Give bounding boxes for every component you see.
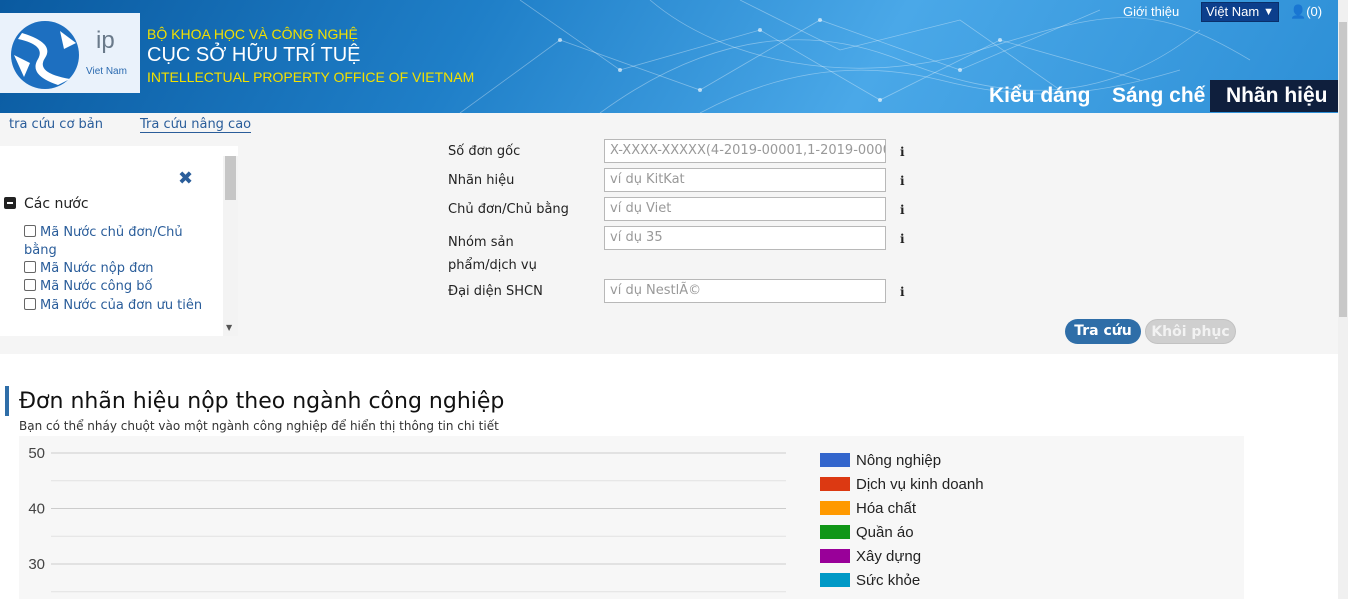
- office-name: CỤC SỞ HỮU TRÍ TUỆ: [147, 44, 361, 66]
- info-icon[interactable]: i: [900, 145, 905, 159]
- legend-swatch: [820, 573, 850, 587]
- legend-item[interactable]: Dịch vụ kinh doanh: [820, 476, 984, 493]
- checkbox[interactable]: [24, 279, 36, 291]
- legend-item[interactable]: Quần áo: [820, 524, 914, 541]
- section-accent-bar: [5, 386, 9, 416]
- legend-label: Sức khỏe: [856, 572, 921, 589]
- label-product-class: Nhóm sản phẩm/dịch vụ: [448, 235, 537, 273]
- y-tick-label: 40: [28, 501, 45, 518]
- filter-group-label: Các nước: [24, 196, 89, 212]
- section-title: Đơn nhãn hiệu nộp theo ngành công nghiệp: [19, 389, 505, 414]
- application-number-input[interactable]: X-XXXX-XXXXX(4-2019-00001,1-2019-00001): [604, 139, 886, 163]
- user-icon: 👤: [1290, 4, 1307, 19]
- tab-basic-search[interactable]: tra cứu cơ bản: [9, 117, 103, 132]
- info-icon[interactable]: i: [900, 203, 905, 217]
- legend-label: Xây dựng: [856, 548, 922, 565]
- tab-nhan-hieu[interactable]: Nhãn hiệu: [1210, 80, 1338, 112]
- search-button[interactable]: Tra cứu: [1065, 319, 1141, 344]
- language-select[interactable]: Việt Nam ▼: [1201, 2, 1279, 22]
- y-tick-label: 50: [28, 445, 45, 462]
- legend-label: Hóa chất: [856, 500, 917, 517]
- sidebar-scrollbar-thumb[interactable]: [225, 156, 236, 200]
- y-tick-label: 30: [28, 556, 45, 573]
- legend-label: Quần áo: [856, 524, 914, 541]
- info-icon[interactable]: i: [900, 285, 905, 299]
- legend-item[interactable]: Hóa chất: [820, 500, 916, 517]
- label-owner: Chủ đơn/Chủ bằng: [448, 202, 569, 217]
- legend-swatch: [820, 525, 850, 539]
- filter-filing-country[interactable]: Mã Nước nộp đơn: [24, 261, 154, 276]
- page-scrollbar[interactable]: [1338, 0, 1348, 599]
- ministry-name: BỘ KHOA HỌC VÀ CÔNG NGHỆ: [147, 26, 358, 42]
- legend-swatch: [820, 501, 850, 515]
- info-icon[interactable]: i: [900, 232, 905, 246]
- legend-swatch: [820, 477, 850, 491]
- legend-label: Nông nghiệp: [856, 452, 942, 469]
- legend-item[interactable]: Nông nghiệp: [820, 452, 941, 469]
- label-representative: Đại diện SHCN: [448, 284, 543, 299]
- legend-label: Dịch vụ kinh doanh: [856, 476, 984, 493]
- close-icon[interactable]: ✖: [178, 168, 193, 189]
- filter-label: Mã Nước nộp đơn: [40, 261, 154, 276]
- industry-chart[interactable]: 50 40 30 Nông nghiệp Dịch vụ kinh doanh Hóa …: [19, 436, 1244, 599]
- sidebar-scrollbar[interactable]: ▼: [223, 156, 238, 336]
- legend-swatch: [820, 549, 850, 563]
- chevron-down-icon: ▼: [1263, 6, 1274, 18]
- filter-owner-country[interactable]: Mã Nước chủ đơn/Chủ bằng: [24, 224, 204, 260]
- legend-swatch: [820, 453, 850, 467]
- cart-count: (0): [1306, 4, 1323, 19]
- office-name-en: INTELLECTUAL PROPERTY OFFICE OF VIETNAM: [147, 69, 475, 85]
- reset-button[interactable]: Khôi phục: [1145, 319, 1236, 344]
- chart-plot-area[interactable]: 50 40 30: [19, 436, 809, 599]
- filter-label: Mã Nước công bố: [40, 279, 153, 294]
- filter-label: Mã Nước của đơn ưu tiên: [40, 298, 203, 313]
- tab-advanced-search[interactable]: Tra cứu nâng cao: [140, 117, 252, 133]
- logo-ip-text: ip: [96, 27, 115, 54]
- trademark-input[interactable]: ví dụ KitKat: [604, 168, 886, 192]
- tab-sang-che[interactable]: Sáng chế: [1112, 80, 1205, 112]
- filter-group-countries[interactable]: Các nước: [4, 196, 89, 212]
- checkbox[interactable]: [24, 261, 36, 273]
- user-cart[interactable]: 👤(0): [1290, 4, 1322, 20]
- legend-item[interactable]: Sức khỏe: [820, 572, 920, 589]
- page-scrollbar-thumb[interactable]: [1339, 22, 1347, 317]
- tab-kieu-dang[interactable]: Kiểu dáng: [989, 80, 1091, 112]
- section-subtitle: Bạn có thể nháy chuột vào một ngành công…: [19, 419, 499, 433]
- site-header: ip Viet Nam BỘ KHOA HỌC VÀ CÔNG NGHỆ CỤC…: [0, 0, 1338, 113]
- logo-vn-text: Viet Nam: [86, 66, 127, 77]
- scroll-down-icon[interactable]: ▼: [226, 323, 232, 332]
- filter-label: Mã Nước chủ đơn/Chủ bằng: [24, 225, 183, 258]
- search-panel: tra cứu cơ bản Tra cứu nâng cao ✖ Các nư…: [0, 113, 1338, 354]
- filter-priority-country[interactable]: Mã Nước của đơn ưu tiên: [24, 298, 202, 313]
- label-application-number: Số đơn gốc: [448, 144, 521, 159]
- filter-publication-country[interactable]: Mã Nước công bố: [24, 279, 152, 294]
- language-value: Việt Nam: [1206, 4, 1260, 19]
- filter-sidebar: ✖ Các nước Mã Nước chủ đơn/Chủ bằng Mã N…: [0, 146, 238, 336]
- ip-vietnam-logo[interactable]: ip Viet Nam: [0, 13, 140, 93]
- label-trademark: Nhãn hiệu: [448, 173, 515, 188]
- checkbox[interactable]: [24, 298, 36, 310]
- collapse-icon: [4, 197, 16, 209]
- checkbox[interactable]: [24, 225, 36, 237]
- product-class-input[interactable]: ví dụ 35: [604, 226, 886, 250]
- owner-input[interactable]: ví dụ Viet: [604, 197, 886, 221]
- legend-item[interactable]: Xây dựng: [820, 548, 921, 565]
- logo-icon: [11, 21, 79, 89]
- intro-link[interactable]: Giới thiệu: [1123, 4, 1179, 19]
- info-icon[interactable]: i: [900, 174, 905, 188]
- representative-input[interactable]: ví dụ NestlÃ©: [604, 279, 886, 303]
